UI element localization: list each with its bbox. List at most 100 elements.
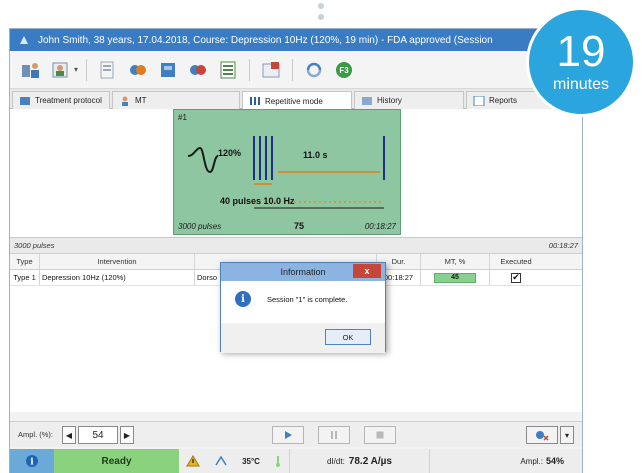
title-bar: John Smith, 38 years, 17.04.2018, Course…: [10, 29, 582, 51]
dialog-body: i Session "1" is complete. OK: [221, 281, 385, 353]
row-executed[interactable]: ✔: [490, 270, 542, 285]
ampl-increase-button[interactable]: ▶: [120, 426, 134, 444]
coil-settings-icon[interactable]: [185, 57, 211, 83]
dialog-close-button[interactable]: x: [353, 264, 381, 278]
svg-text:i: i: [30, 458, 34, 468]
ready-status: Ready: [54, 449, 179, 473]
toolbar-separator: [249, 58, 251, 81]
row-mt: 45: [421, 270, 490, 285]
tab-history[interactable]: History: [354, 91, 464, 109]
stop-button[interactable]: [364, 426, 396, 444]
repetitive-mode-panel: #1 120% 11.0 s 40 pulses 10.0 Hz 3000 pu…: [10, 109, 582, 237]
tab-label: Repetitive mode: [265, 96, 323, 106]
duration-badge: 19 minutes: [526, 7, 636, 117]
tab-repetitive-mode[interactable]: Repetitive mode: [242, 91, 352, 110]
tab-bar: Treatment protocol MT Repetitive mode Hi…: [10, 89, 582, 110]
user-chart-icon[interactable]: [48, 57, 74, 83]
dialog-message: Session "1" is complete.: [267, 295, 348, 304]
row-type: Type 1: [10, 270, 40, 285]
ampl-readout: Ampl.: 54%: [429, 449, 582, 473]
col-intervention[interactable]: Intervention: [40, 254, 195, 269]
play-icon: [285, 431, 292, 439]
tab-label: Reports: [489, 96, 518, 105]
toolbar-separator: [292, 58, 294, 81]
pulses-icon: [249, 96, 261, 106]
amplitude-label: 120%: [218, 148, 242, 158]
col-type[interactable]: Type: [10, 254, 40, 269]
col-executed[interactable]: Executed: [490, 254, 542, 269]
status-indicators: 35°C: [179, 449, 289, 473]
mt-value: 45: [434, 272, 476, 283]
coil-reset-button[interactable]: [526, 426, 558, 444]
dbdt-label: dI/dt:: [327, 456, 345, 466]
stimulation-preview: #1 120% 11.0 s 40 pulses 10.0 Hz 3000 pu…: [173, 109, 401, 235]
ampl-decrease-button[interactable]: ◀: [62, 426, 76, 444]
info-icon: i: [235, 291, 251, 307]
dialog-footer: OK: [221, 323, 385, 353]
interval-label: 11.0 s: [303, 150, 328, 160]
dialog-title-bar: Information x: [221, 263, 385, 281]
play-button[interactable]: [272, 426, 304, 444]
close-window-icon[interactable]: [258, 57, 284, 83]
pulse-waveform: [187, 146, 219, 174]
status-ampl-label: Ampl.:: [520, 456, 543, 466]
documents-icon[interactable]: [95, 57, 121, 83]
thermometer-icon: [275, 456, 280, 467]
app-window: John Smith, 38 years, 17.04.2018, Course…: [9, 28, 583, 473]
stop-icon: [376, 431, 384, 439]
window-title: John Smith, 38 years, 17.04.2018, Course…: [38, 34, 493, 46]
status-info[interactable]: i: [10, 449, 54, 473]
storage-icon[interactable]: [155, 57, 181, 83]
toolbar-separator: [86, 58, 88, 81]
toolbar: ▾ F3: [10, 51, 582, 89]
connection-icon[interactable]: [301, 57, 327, 83]
coil-icon[interactable]: [125, 57, 151, 83]
total-pulses-label: 3000 pulses: [178, 222, 222, 231]
ok-button[interactable]: OK: [325, 329, 371, 345]
f3-hotkey-icon[interactable]: F3: [331, 57, 357, 83]
tab-label: History: [377, 96, 402, 105]
report-icon: [473, 95, 485, 106]
coil-remove-icon: [536, 431, 549, 441]
ampl-label: Ampl. (%):: [18, 430, 54, 439]
pause-icon: [331, 431, 337, 439]
tab-treatment-protocol[interactable]: Treatment protocol: [12, 91, 110, 109]
coil-position-icon: [215, 455, 227, 466]
summary-duration: 00:18:27: [548, 241, 578, 250]
pulse-train-graphic: [187, 136, 385, 209]
summary-pulses: 3000 pulses: [14, 241, 55, 250]
dialog-title: Information: [280, 267, 326, 277]
dropdown-caret-icon[interactable]: ▾: [74, 65, 78, 74]
dbdt-readout: dI/dt: 78.2 A/µs: [289, 449, 429, 473]
decorative-dot: [318, 14, 324, 20]
table-summary: 3000 pulses 00:18:27: [10, 238, 582, 254]
train-label: 40 pulses 10.0 Hz: [220, 196, 295, 206]
badge-number: 19: [556, 27, 606, 76]
dbdt-value: 78.2 A/µs: [348, 455, 392, 467]
row-intervention: Depression 10Hz (120%): [40, 270, 195, 285]
protocol-icon: [19, 96, 31, 106]
col-mt[interactable]: MT, %: [421, 254, 490, 269]
svg-text:F3: F3: [339, 66, 349, 75]
person-icon: [119, 96, 131, 106]
status-bar: i Ready 35°C dI/dt: 78.2 A/µs Ampl.: 54%: [10, 449, 582, 473]
warning-icon: [186, 455, 200, 467]
tab-mt[interactable]: MT: [112, 91, 240, 109]
decorative-dot: [318, 3, 324, 9]
tab-label: MT: [135, 96, 147, 105]
current-count: 75: [294, 221, 305, 231]
information-dialog: Information x i Session "1" is complete.…: [220, 262, 386, 353]
protocol-table-icon[interactable]: [215, 57, 241, 83]
coil-dropdown-button[interactable]: ▾: [560, 426, 574, 444]
pause-button[interactable]: [318, 426, 350, 444]
tab-label: Treatment protocol: [35, 96, 102, 105]
info-icon: i: [26, 455, 38, 468]
control-bar: Ampl. (%): ◀ 54 ▶ ▾: [10, 421, 582, 447]
duration-label: 00:18:27: [364, 222, 396, 231]
executed-checkbox[interactable]: ✔: [511, 272, 521, 283]
history-icon: [361, 96, 373, 106]
status-ampl-value: 54%: [545, 456, 564, 466]
temperature-value: 35°C: [242, 456, 260, 466]
patient-icon[interactable]: [18, 57, 44, 83]
ampl-input[interactable]: 54: [78, 426, 118, 444]
